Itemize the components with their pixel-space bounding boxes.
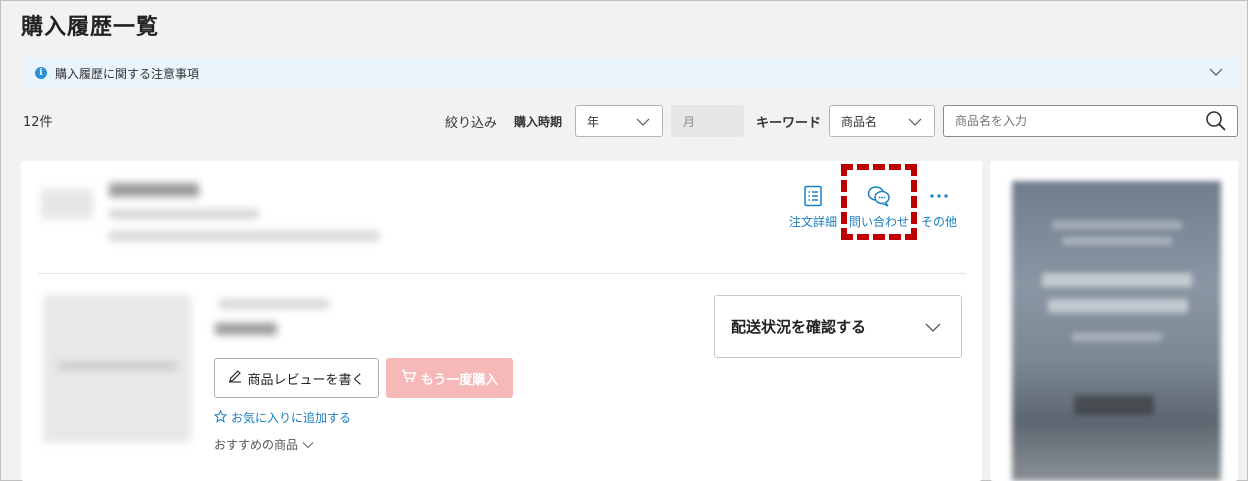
receipt-icon bbox=[803, 185, 823, 210]
pencil-icon bbox=[228, 369, 242, 387]
search-icon[interactable] bbox=[1205, 110, 1227, 136]
filter-label: 絞り込み bbox=[445, 116, 498, 131]
chevron-down-icon bbox=[925, 319, 941, 337]
product-info bbox=[213, 293, 513, 343]
period-label: 購入時期 bbox=[514, 115, 563, 129]
side-banner-image[interactable] bbox=[1012, 181, 1221, 481]
write-review-button[interactable]: 商品レビューを書く bbox=[214, 358, 379, 398]
recommended-products-label: おすすめの商品 bbox=[214, 438, 299, 452]
add-favorite-link[interactable]: お気に入りに追加する bbox=[213, 409, 352, 426]
keyword-type-select[interactable]: 商品名 bbox=[829, 105, 935, 137]
star-icon bbox=[213, 409, 228, 426]
rebuy-button[interactable]: もう一度購入 bbox=[386, 358, 513, 398]
order-detail-label: 注文詳細 bbox=[789, 215, 838, 229]
keyword-label: キーワード bbox=[756, 116, 822, 131]
page-title: 購入履歴一覧 bbox=[21, 15, 160, 40]
order-header-info bbox=[41, 179, 391, 254]
divider bbox=[38, 273, 966, 274]
month-select[interactable]: 月 bbox=[671, 105, 744, 137]
chevron-down-icon bbox=[636, 116, 650, 130]
keyword-search-input[interactable] bbox=[943, 105, 1238, 137]
chevron-down-icon bbox=[302, 438, 314, 452]
year-select-value: 年 bbox=[587, 114, 600, 129]
order-detail-action[interactable]: 注文詳細 bbox=[789, 185, 837, 230]
recommended-products-toggle[interactable]: おすすめの商品 bbox=[214, 436, 314, 453]
notice-text: 購入履歴に関する注意事項 bbox=[55, 66, 200, 81]
more-action[interactable]: その他 bbox=[921, 185, 957, 230]
write-review-label: 商品レビューを書く bbox=[247, 372, 365, 388]
cart-icon bbox=[401, 369, 416, 387]
result-count: 12件 bbox=[23, 115, 53, 130]
more-dots-icon bbox=[928, 185, 950, 210]
add-favorite-label: お気に入りに追加する bbox=[231, 411, 352, 425]
product-thumbnail[interactable] bbox=[43, 295, 191, 443]
month-select-value: 月 bbox=[683, 114, 696, 129]
more-label: その他 bbox=[921, 215, 958, 229]
year-select[interactable]: 年 bbox=[575, 105, 663, 137]
chevron-down-icon bbox=[908, 116, 922, 130]
keyword-type-value: 商品名 bbox=[841, 114, 878, 129]
chevron-down-icon[interactable] bbox=[1209, 66, 1223, 80]
info-icon: i bbox=[35, 67, 47, 79]
rebuy-label: もう一度購入 bbox=[420, 372, 499, 388]
delivery-status-label: 配送状況を確認する bbox=[731, 318, 867, 336]
highlight-box bbox=[841, 164, 917, 240]
delivery-status-dropdown[interactable]: 配送状況を確認する bbox=[714, 295, 962, 358]
notice-bar[interactable]: i 購入履歴に関する注意事項 bbox=[23, 58, 1237, 88]
